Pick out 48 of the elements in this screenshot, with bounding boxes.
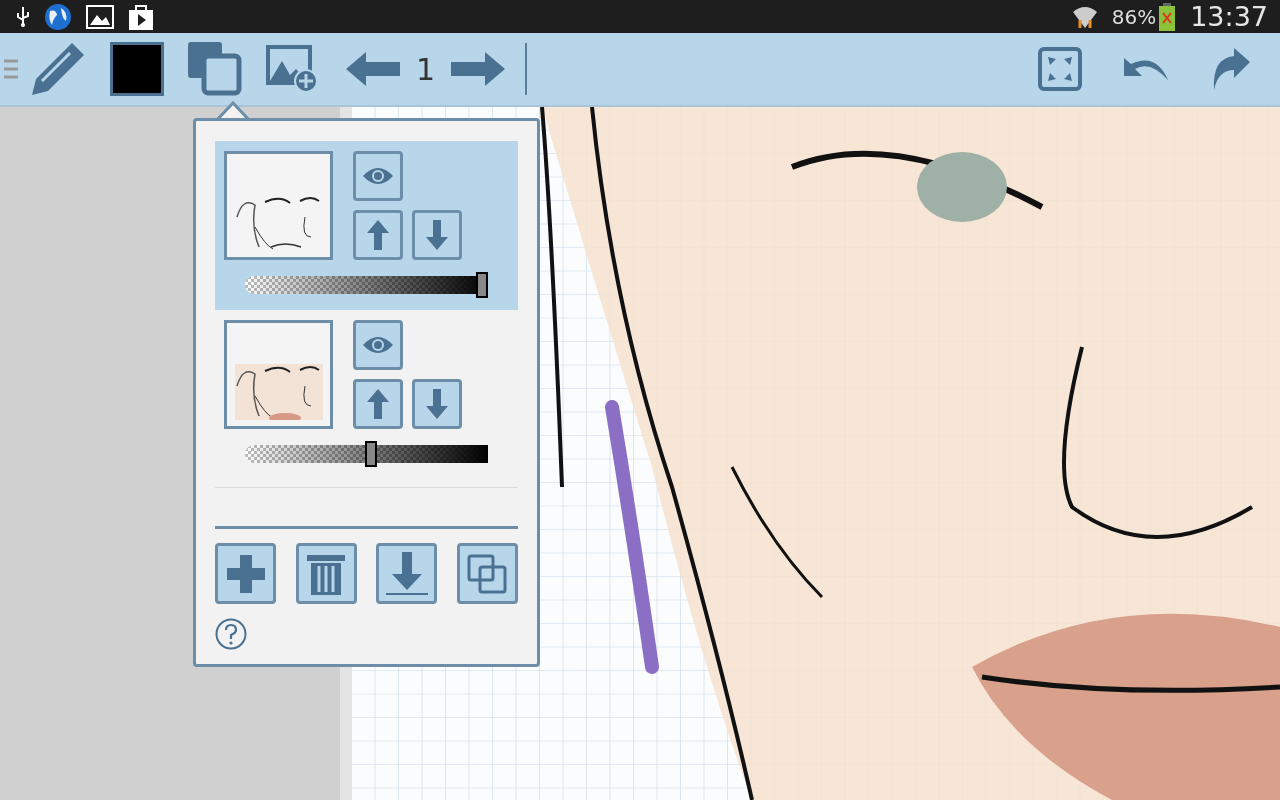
left-arrow-icon (346, 52, 400, 86)
duplicate-layer-button[interactable] (456, 543, 518, 604)
trash-icon (307, 552, 346, 595)
pencil-icon (30, 41, 86, 97)
opacity-slider[interactable] (245, 272, 488, 298)
page-number: 1 (416, 51, 436, 87)
move-up-button[interactable] (353, 379, 403, 429)
merge-down-button[interactable] (376, 543, 438, 604)
layers-button[interactable] (188, 42, 242, 96)
visibility-button[interactable] (353, 320, 403, 370)
visibility-button[interactable] (353, 151, 403, 201)
layer-thumbnail[interactable] (224, 151, 333, 260)
down-arrow-icon (426, 389, 448, 419)
up-arrow-icon (367, 220, 389, 250)
layer-row[interactable] (215, 141, 518, 310)
up-arrow-icon (367, 389, 389, 419)
fit-screen-button[interactable] (1038, 47, 1082, 91)
move-down-button[interactable] (412, 210, 462, 260)
usb-icon (16, 6, 30, 27)
eye-icon (362, 335, 394, 355)
right-arrow-icon (451, 52, 506, 86)
delete-layer-button[interactable] (295, 543, 357, 604)
slider-thumb[interactable] (476, 272, 488, 298)
drag-handle-icon[interactable] (4, 58, 18, 80)
move-down-button[interactable] (412, 379, 462, 429)
image-icon (86, 4, 114, 29)
add-layer-button[interactable] (215, 543, 276, 604)
move-up-button[interactable] (353, 210, 403, 260)
plus-icon (224, 552, 267, 595)
opacity-slider[interactable] (245, 441, 488, 467)
down-arrow-icon (426, 220, 448, 250)
globe-icon (44, 2, 72, 31)
slider-thumb[interactable] (365, 441, 378, 467)
battery-percent: 86% (1111, 4, 1157, 29)
layers-icon (188, 42, 242, 96)
help-icon (215, 618, 247, 650)
color-swatch-button[interactable] (110, 42, 164, 96)
next-page-button[interactable] (451, 52, 506, 86)
fit-screen-icon (1038, 47, 1082, 91)
clock-time: 13:37 (1190, 1, 1268, 32)
battery-icon (1158, 2, 1177, 31)
layer-thumbnail[interactable] (224, 320, 333, 429)
pencil-button[interactable] (30, 41, 86, 97)
duplicate-icon (467, 553, 508, 594)
download-arrow-icon (385, 551, 428, 596)
help-button[interactable] (215, 618, 247, 650)
previous-page-button[interactable] (346, 52, 400, 86)
eye-icon (362, 166, 394, 186)
